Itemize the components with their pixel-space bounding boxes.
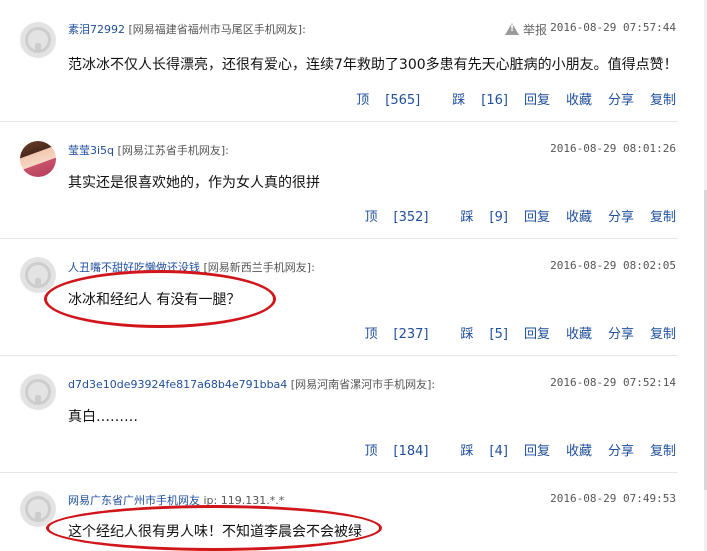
default-avatar-icon: [25, 27, 51, 53]
reply-button[interactable]: 回复: [524, 323, 550, 342]
comment-item: 莹莹3i5q [网易江苏省手机网友]: 2016-08-29 08:01:26 …: [0, 122, 678, 239]
comment-text: 真白………: [68, 409, 138, 425]
downvote-button[interactable]: 踩 [5]: [445, 323, 508, 342]
copy-button[interactable]: 复制: [650, 89, 676, 108]
comment-meta: 素泪72992 [网易福建省福州市马尾区手机网友]:: [68, 21, 306, 37]
user-location: [网易福建省福州市马尾区手机网友]:: [128, 23, 306, 36]
share-button[interactable]: 分享: [608, 323, 634, 342]
upvote-button[interactable]: 顶 [237]: [349, 323, 429, 342]
upvote-button[interactable]: 顶 [184]: [349, 440, 429, 459]
comment-item: 素泪72992 [网易福建省福州市马尾区手机网友]: 举报 2016-08-29…: [0, 0, 678, 122]
upvote-button[interactable]: 顶 [565]: [340, 89, 420, 108]
avatar[interactable]: [20, 257, 56, 293]
comment-actions: 顶 [184] 踩 [4] 回复 收藏 分享 复制: [333, 440, 676, 459]
comment-item: 网易广东省广州市手机网友 ip: 119.131.*.* 2016-08-29 …: [0, 473, 678, 551]
avatar[interactable]: [20, 491, 56, 527]
favorite-button[interactable]: 收藏: [566, 206, 592, 225]
default-avatar-icon: [25, 262, 51, 288]
comment-item: d7d3e10de93924fe817a68b4e791bba4 [网易河南省漯…: [0, 356, 678, 473]
user-location: [网易新西兰手机网友]:: [203, 261, 315, 274]
default-avatar-icon: [25, 496, 51, 522]
comment-timestamp: 2016-08-29 08:02:05: [550, 259, 676, 272]
reply-button[interactable]: 回复: [524, 440, 550, 459]
default-avatar-icon: [25, 379, 51, 405]
avatar[interactable]: [20, 141, 56, 177]
report-label: 举报: [523, 23, 548, 37]
downvote-button[interactable]: 踩 [4]: [445, 440, 508, 459]
comment-actions: 顶 [352] 踩 [9] 回复 收藏 分享 复制: [333, 206, 676, 225]
comment-feed: 素泪72992 [网易福建省福州市马尾区手机网友]: 举报 2016-08-29…: [0, 0, 707, 551]
username-link[interactable]: 莹莹3i5q: [68, 144, 114, 157]
downvote-button[interactable]: 踩 [9]: [445, 206, 508, 225]
comment-actions: 顶 [565] 踩 [16] 回复 收藏 分享 复制: [324, 89, 676, 108]
comment-meta: 网易广东省广州市手机网友 ip: 119.131.*.*: [68, 492, 284, 508]
username-link[interactable]: 人丑嘴不甜好吃懒做还没钱: [68, 261, 200, 274]
favorite-button[interactable]: 收藏: [566, 89, 592, 108]
share-button[interactable]: 分享: [608, 206, 634, 225]
comment-meta: 人丑嘴不甜好吃懒做还没钱 [网易新西兰手机网友]:: [68, 259, 315, 275]
upvote-button[interactable]: 顶 [352]: [349, 206, 429, 225]
comment-timestamp: 2016-08-29 07:57:44: [550, 21, 676, 34]
reply-button[interactable]: 回复: [524, 89, 550, 108]
report-button[interactable]: 举报: [505, 21, 547, 38]
comment-text: 其实还是很喜欢她的，作为女人真的很拼: [68, 175, 320, 191]
comment-timestamp: 2016-08-29 07:52:14: [550, 376, 676, 389]
share-button[interactable]: 分享: [608, 440, 634, 459]
avatar[interactable]: [20, 374, 56, 410]
username-link[interactable]: 素泪72992: [68, 23, 125, 36]
comment-meta: d7d3e10de93924fe817a68b4e791bba4 [网易河南省漯…: [68, 376, 435, 392]
warning-icon: [505, 23, 519, 35]
share-button[interactable]: 分享: [608, 89, 634, 108]
comment-actions: 顶 [237] 踩 [5] 回复 收藏 分享 复制: [333, 323, 676, 342]
copy-button[interactable]: 复制: [650, 323, 676, 342]
comment-text: 冰冰和经纪人 有没有一腿？: [68, 292, 241, 308]
username-link[interactable]: 网易广东省广州市手机网友: [68, 494, 200, 507]
user-location: [网易江苏省手机网友]:: [117, 144, 229, 157]
copy-button[interactable]: 复制: [650, 206, 676, 225]
avatar[interactable]: [20, 22, 56, 58]
downvote-button[interactable]: 踩 [16]: [436, 89, 508, 108]
user-ip: ip: 119.131.*.*: [203, 494, 285, 507]
favorite-button[interactable]: 收藏: [566, 440, 592, 459]
comment-meta: 莹莹3i5q [网易江苏省手机网友]:: [68, 142, 229, 158]
reply-button[interactable]: 回复: [524, 206, 550, 225]
comment-timestamp: 2016-08-29 07:49:53: [550, 492, 676, 505]
user-location: [网易河南省漯河市手机网友]:: [290, 378, 436, 391]
comment-text: 范冰冰不仅人长得漂亮，还很有爱心，连续7年救助了300多患有先天心脏病的小朋友。…: [68, 57, 678, 73]
comment-text: 这个经纪人很有男人味！不知道李晨会不会被绿: [68, 524, 362, 540]
comment-timestamp: 2016-08-29 08:01:26: [550, 142, 676, 155]
comment-item: 人丑嘴不甜好吃懒做还没钱 [网易新西兰手机网友]: 2016-08-29 08:…: [0, 239, 678, 356]
favorite-button[interactable]: 收藏: [566, 323, 592, 342]
copy-button[interactable]: 复制: [650, 440, 676, 459]
username-link[interactable]: d7d3e10de93924fe817a68b4e791bba4: [68, 378, 287, 391]
